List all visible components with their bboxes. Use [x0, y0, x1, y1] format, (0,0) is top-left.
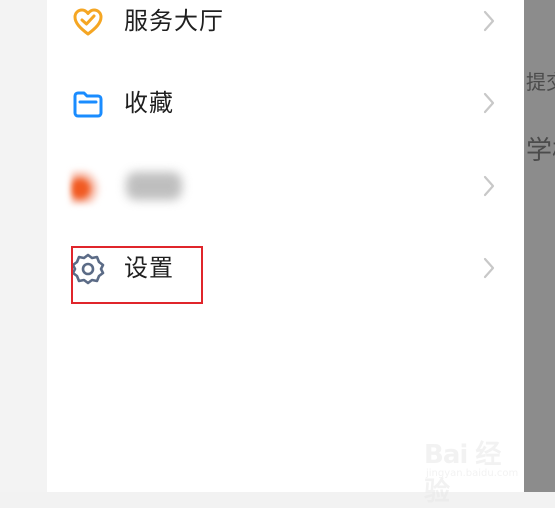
chevron-right-icon — [481, 256, 497, 280]
heart-icon — [71, 5, 105, 39]
left-margin — [0, 0, 47, 492]
background-text-school: 学校 — [526, 136, 555, 166]
blurred-icon — [71, 170, 101, 204]
folder-icon — [71, 87, 105, 121]
baidu-watermark: Bai 经验 jingyan.baidu.com — [424, 428, 524, 507]
background-text-submit: 提交 — [526, 70, 555, 94]
menu-item-label: 服务大厅 — [124, 7, 224, 35]
chevron-right-icon — [481, 91, 497, 115]
menu-item-label: 收藏 — [124, 89, 174, 117]
blurred-label — [126, 172, 182, 200]
chevron-right-icon — [481, 174, 497, 198]
menu-item-settings[interactable]: 设置 — [47, 238, 524, 298]
watermark-url: jingyan.baidu.com — [426, 468, 519, 479]
menu-item-favorites[interactable]: 收藏 — [47, 73, 524, 133]
dimmed-background-page[interactable]: 提交 学校 — [524, 0, 555, 492]
menu-item-blurred[interactable] — [47, 156, 524, 216]
gear-icon — [71, 252, 105, 286]
menu-item-label: 设置 — [124, 254, 174, 282]
menu-item-service-hall[interactable]: 服务大厅 — [47, 0, 524, 51]
chevron-right-icon — [481, 9, 497, 33]
